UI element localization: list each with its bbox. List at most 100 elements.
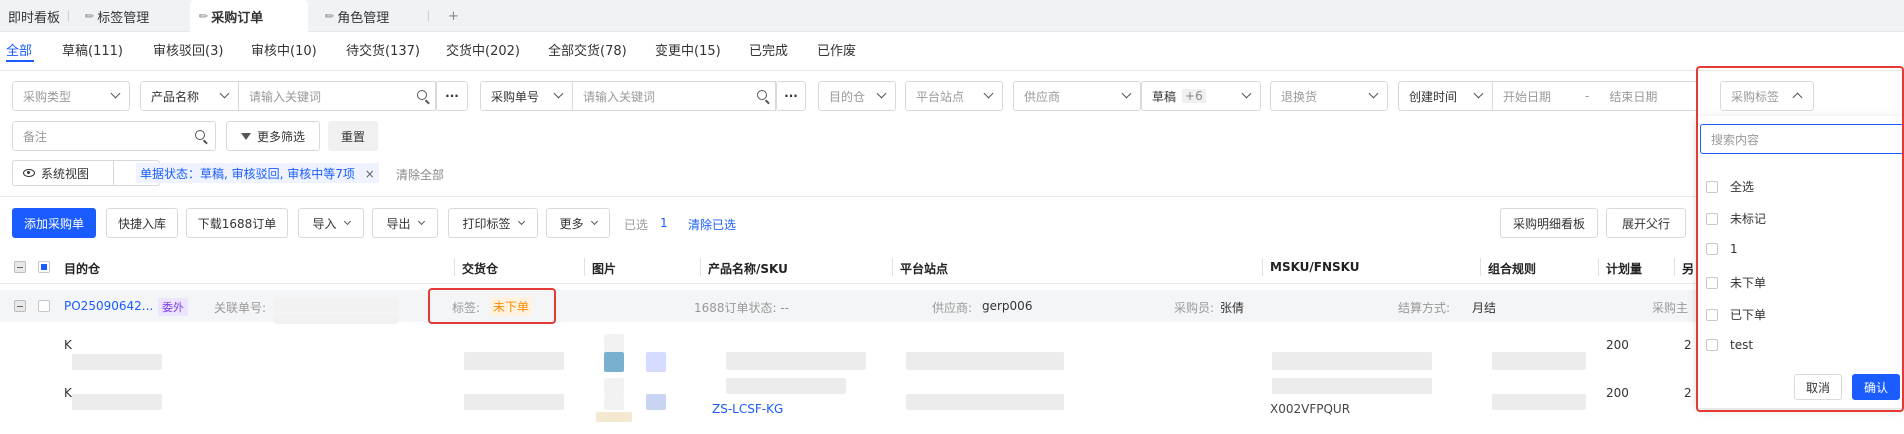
- more-filters-button[interactable]: 更多筛选: [226, 121, 320, 151]
- expand-rows-button[interactable]: 展开父行: [1606, 208, 1686, 238]
- clear-all-link[interactable]: 清除全部: [396, 166, 444, 183]
- active-filter-chip[interactable]: 单据状态：草稿, 审核驳回, 审核中等7项 ×: [136, 163, 379, 183]
- export-button[interactable]: 导出: [372, 208, 438, 238]
- search-icon[interactable]: [195, 130, 205, 140]
- add-po-button[interactable]: 添加采购单: [12, 208, 96, 238]
- pin-icon[interactable]: ✐: [195, 8, 211, 24]
- quick-stockin-button[interactable]: 快捷入库: [106, 208, 178, 238]
- row-plan-qty: 200: [1606, 338, 1629, 352]
- status-tab-completed[interactable]: 已完成: [749, 40, 788, 59]
- row-warehouse: K: [64, 386, 72, 400]
- status-tab-delivering[interactable]: 交货中(202): [446, 40, 520, 59]
- search-icon[interactable]: [417, 90, 427, 100]
- select-all-checkbox[interactable]: [38, 261, 50, 273]
- warehouse-select[interactable]: 目的仓: [818, 81, 896, 111]
- detail-board-label: 采购明细看板: [1512, 216, 1585, 231]
- tab-purchase-order[interactable]: ✐ 采购订单: [190, 0, 308, 32]
- product-keyword-input[interactable]: 请输入关键词: [238, 81, 436, 111]
- plus-icon: +: [448, 8, 459, 24]
- buyer-label: 采购员:: [1174, 301, 1215, 315]
- close-icon[interactable]: ×: [365, 167, 375, 181]
- print-label-button[interactable]: 打印标签: [448, 208, 538, 238]
- header-extra: 另: [1682, 262, 1695, 276]
- supplier-select[interactable]: 供应商: [1013, 81, 1141, 111]
- tab-role-management[interactable]: ✐ 角色管理: [316, 0, 426, 32]
- po-keyword-placeholder: 请输入关键词: [583, 89, 656, 104]
- po-number-link[interactable]: PO25090642...: [64, 299, 153, 313]
- collapse-all-checkbox[interactable]: [14, 261, 26, 273]
- created-time-label: 创建时间: [1409, 89, 1458, 104]
- download-1688-button[interactable]: 下载1688订单: [186, 208, 288, 238]
- platform-site-select[interactable]: 平台站点: [905, 81, 1003, 111]
- product-image: [604, 394, 624, 410]
- pin-icon[interactable]: ✐: [81, 8, 97, 24]
- divider: [0, 196, 1904, 197]
- import-button[interactable]: 导入: [298, 208, 364, 238]
- redacted-text: [1272, 352, 1432, 370]
- date-separator: -: [1585, 89, 1590, 103]
- import-label: 导入: [312, 216, 337, 231]
- status-tab-reviewing[interactable]: 审核中(10): [251, 40, 317, 59]
- chevron-down-icon: [1121, 88, 1132, 99]
- doc-status-select[interactable]: 草稿 +6: [1141, 81, 1261, 111]
- print-label-label: 打印标签: [462, 216, 511, 231]
- more-dots-icon: ···: [784, 89, 798, 103]
- return-exchange-select[interactable]: 退换货: [1270, 81, 1388, 111]
- header-platform-site: 平台站点: [900, 262, 949, 276]
- tab-tag-management[interactable]: ✐ 标签管理: [76, 0, 186, 32]
- product-name-select[interactable]: 产品名称: [140, 81, 238, 111]
- po-more-button[interactable]: ···: [776, 81, 806, 111]
- remark-input[interactable]: 备注: [12, 121, 216, 151]
- row-sku[interactable]: ZS-LCSF-KG: [712, 402, 783, 416]
- row-warehouse: K: [64, 338, 72, 352]
- chevron-down-icon: [553, 88, 564, 99]
- po-number-select[interactable]: 采购单号: [480, 81, 572, 111]
- product-image: [596, 412, 632, 422]
- pin-icon[interactable]: ✐: [321, 8, 337, 24]
- reset-label: 重置: [340, 129, 365, 144]
- end-date-placeholder: 结束日期: [1609, 89, 1658, 104]
- tab-tag-management-label: 标签管理: [97, 10, 150, 26]
- clear-selected-link[interactable]: 清除已选: [688, 216, 736, 233]
- status-tab-rejected[interactable]: 审核驳回(3): [153, 40, 223, 59]
- active-tab-indicator: [6, 60, 34, 62]
- product-image: [646, 394, 666, 410]
- more-button[interactable]: 更多: [546, 208, 610, 238]
- reset-button[interactable]: 重置: [328, 121, 378, 151]
- status-tab-all-delivered[interactable]: 全部交货(78): [548, 40, 627, 59]
- search-icon[interactable]: [757, 90, 767, 100]
- product-keyword-placeholder: 请输入关键词: [249, 89, 322, 104]
- export-label: 导出: [386, 216, 411, 231]
- status-tab-voided[interactable]: 已作废: [817, 40, 856, 59]
- created-time-select[interactable]: 创建时间: [1398, 81, 1492, 111]
- purchase-type-select[interactable]: 采购类型: [12, 81, 130, 111]
- return-exchange-label: 退换货: [1281, 89, 1318, 104]
- status-tab-draft[interactable]: 草稿(111): [62, 40, 123, 59]
- tab-dashboard[interactable]: 即时看板: [0, 0, 68, 32]
- po-group-row[interactable]: PO25090642... 委外 关联单号: 标签: 未下单 1688订单状态:…: [0, 290, 1696, 322]
- chevron-down-icon: [417, 217, 425, 226]
- date-range-picker[interactable]: 开始日期 - 结束日期: [1492, 81, 1696, 111]
- row-msku: X002VFPQUR: [1270, 402, 1351, 416]
- more-status-count: +6: [1182, 89, 1206, 103]
- header-msku-fnsku: MSKU/FNSKU: [1270, 260, 1360, 274]
- po-keyword-input[interactable]: 请输入关键词: [572, 81, 776, 111]
- header-image: 图片: [592, 262, 617, 276]
- status-tab-all[interactable]: 全部: [6, 40, 32, 59]
- chevron-down-icon: [983, 88, 994, 99]
- status-tab-pending-delivery[interactable]: 待交货(137): [346, 40, 420, 59]
- collapse-row-checkbox[interactable]: [14, 300, 26, 312]
- product-more-button[interactable]: ···: [436, 81, 468, 111]
- redacted-text: [274, 314, 398, 324]
- filter-icon: [240, 132, 251, 140]
- redacted-text: [464, 394, 564, 410]
- product-image: [604, 352, 624, 372]
- status-tab-changing[interactable]: 变更中(15): [655, 40, 721, 59]
- more-filters-label: 更多筛选: [256, 129, 305, 144]
- detail-board-button[interactable]: 采购明细看板: [1500, 208, 1598, 238]
- start-date-placeholder: 开始日期: [1503, 89, 1552, 104]
- settlement-value: 月结: [1472, 301, 1497, 315]
- row-select-checkbox[interactable]: [38, 300, 50, 312]
- add-tab-button[interactable]: +: [440, 0, 464, 32]
- buyer-value: 张倩: [1220, 301, 1245, 315]
